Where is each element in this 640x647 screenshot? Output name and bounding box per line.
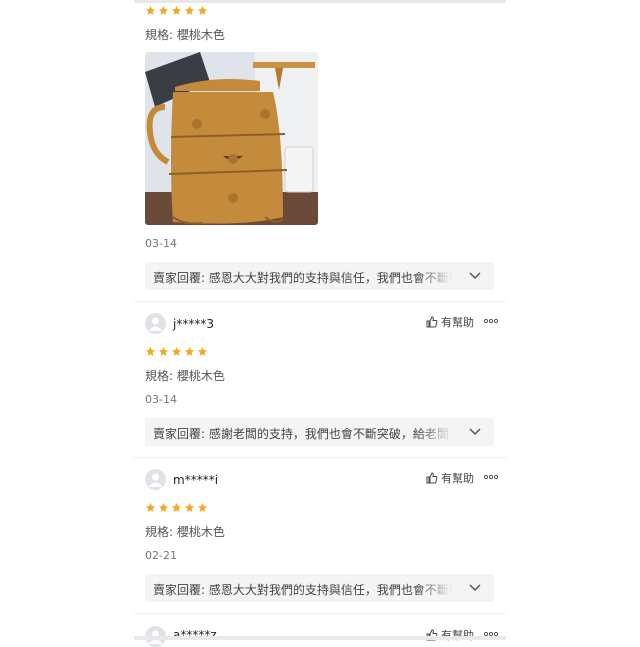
star-icon xyxy=(197,502,208,512)
rating-stars xyxy=(145,502,208,513)
helpful-label: 有幫助 xyxy=(441,627,474,643)
review-photo[interactable] xyxy=(145,52,318,225)
star-icon xyxy=(158,346,169,356)
review-date: 03-14 xyxy=(145,393,177,406)
avatar-icon xyxy=(148,473,163,487)
review-spec: 規格: 櫻桃木色 xyxy=(145,525,225,539)
helpful-label: 有幫助 xyxy=(441,316,474,329)
rating-stars xyxy=(145,5,208,16)
seller-reply-text: 賣家回覆: 感恩大大對我們的支持與信任，我們也會不斷努力 xyxy=(153,271,453,285)
seller-reply[interactable]: 賣家回覆: 感恩大大對我們的支持與信任，我們也會不斷努力 xyxy=(145,262,494,290)
helpful-button[interactable]: 有幫助 xyxy=(426,627,474,643)
helpful-label: 有幫助 xyxy=(441,472,474,485)
avatar[interactable] xyxy=(145,469,166,490)
star-icon xyxy=(184,502,195,512)
more-dots-icon[interactable] xyxy=(483,318,499,324)
star-icon xyxy=(145,346,156,356)
thumbs-up-icon xyxy=(426,316,438,328)
chevron-down-icon[interactable] xyxy=(468,270,482,282)
seller-reply[interactable]: 賣家回覆: 感恩大大對我們的支持與信任，我們也會不斷努力 xyxy=(145,574,494,602)
thumbs-up-icon xyxy=(426,472,438,484)
review-divider xyxy=(134,457,506,458)
star-icon xyxy=(145,502,156,512)
review-date: 02-21 xyxy=(145,549,177,562)
star-icon xyxy=(158,502,169,512)
star-icon xyxy=(184,5,195,15)
chevron-down-icon[interactable] xyxy=(468,426,482,438)
star-icon xyxy=(171,502,182,512)
star-icon xyxy=(158,5,169,15)
more-dots-icon[interactable] xyxy=(483,474,499,480)
star-icon xyxy=(145,5,156,15)
star-icon xyxy=(197,5,208,15)
seller-reply[interactable]: 賣家回覆: 感謝老闆的支持，我們也會不斷突破，給老闆 xyxy=(145,418,494,446)
star-icon xyxy=(171,5,182,15)
reviewer-username: j*****3 xyxy=(173,317,214,331)
seller-reply-text: 賣家回覆: 感謝老闆的支持，我們也會不斷突破，給老闆 xyxy=(153,427,449,441)
avatar[interactable] xyxy=(145,313,166,334)
review-date: 03-14 xyxy=(145,237,177,250)
cherry-wood-drawer-cabinet-photo xyxy=(145,52,318,225)
bottom-edge xyxy=(134,636,506,640)
rating-stars xyxy=(145,346,208,357)
avatar-icon xyxy=(148,317,163,331)
seller-reply-text: 賣家回覆: 感恩大大對我們的支持與信任，我們也會不斷努力 xyxy=(153,583,453,597)
star-icon xyxy=(197,346,208,356)
star-icon xyxy=(171,346,182,356)
review-divider xyxy=(134,301,506,302)
review-divider xyxy=(134,613,506,614)
review-spec: 規格: 櫻桃木色 xyxy=(145,28,225,42)
chevron-down-icon[interactable] xyxy=(468,582,482,594)
review-spec: 規格: 櫻桃木色 xyxy=(145,369,225,383)
star-icon xyxy=(184,346,195,356)
top-divider xyxy=(134,0,506,3)
helpful-button[interactable]: 有幫助 xyxy=(426,314,474,330)
reviewer-username: m*****i xyxy=(173,473,219,487)
helpful-button[interactable]: 有幫助 xyxy=(426,470,474,486)
